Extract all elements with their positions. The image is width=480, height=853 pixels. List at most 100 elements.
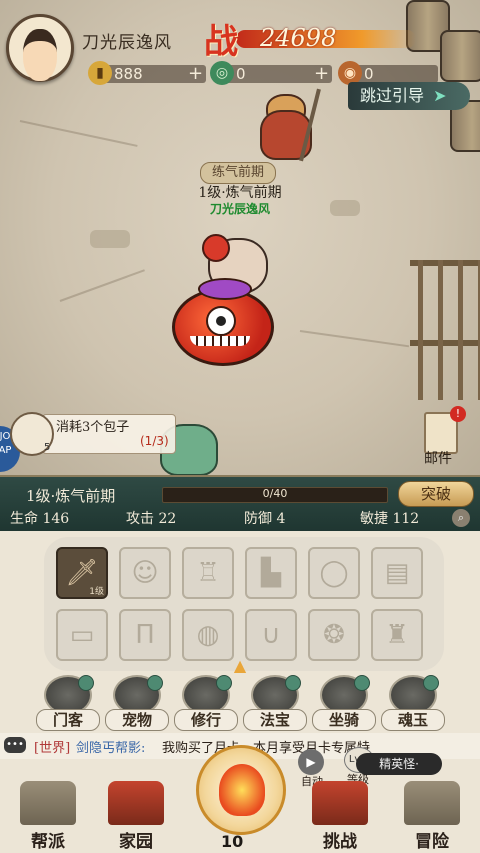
belt-icon: ▭ — [69, 620, 95, 650]
plus-icon[interactable]: + — [188, 63, 203, 84]
slot-helmet[interactable]: ☺ — [119, 547, 171, 599]
stat-hp: 生命 146 — [10, 511, 70, 527]
bracelet-icon: ◯ — [319, 558, 349, 588]
necklace-icon: ∪ — [261, 620, 281, 650]
slot-armor[interactable]: ♜ — [371, 609, 423, 661]
lock-icon — [78, 675, 94, 691]
nav-challenge[interactable]: 挑战 — [300, 775, 380, 853]
xp-bar: 0/40 — [162, 487, 388, 503]
hero-character — [172, 228, 282, 366]
home-gate-icon — [108, 781, 164, 825]
chat-bubble-icon: ••• — [4, 737, 26, 753]
nav-label: 挑战 — [323, 832, 357, 852]
mail-label: 邮件 — [424, 451, 452, 467]
chat-channel: [世界] — [34, 741, 71, 756]
slot-ring[interactable]: ◍ — [182, 609, 234, 661]
mail-button[interactable]: ! 邮件 — [420, 406, 466, 467]
lock-icon — [354, 675, 370, 691]
flame-fist-icon — [219, 764, 265, 816]
play-icon: ▶ — [298, 749, 324, 775]
pants-icon: Π — [135, 620, 155, 650]
slot-weapon[interactable]: 🗡 1级 — [56, 547, 108, 599]
tab-cultivation[interactable]: 修行 — [174, 675, 238, 733]
nav-guild[interactable]: 帮派 — [8, 775, 88, 853]
character-panel: 1级·炼气前期 0/40 突破 生命 146 攻击 22 防御 4 敏捷 112… — [0, 475, 480, 853]
robe-icon: ♖ — [196, 558, 220, 588]
jade-pendant-icon: ❂ — [323, 620, 345, 650]
cloth-icon: ▤ — [384, 558, 410, 588]
ground-crack — [19, 120, 138, 147]
tab-label: 坐骑 — [312, 709, 376, 731]
breakthrough-button[interactable]: 突破 — [398, 481, 474, 507]
lock-icon — [216, 675, 232, 691]
mail-alert-badge: ! — [450, 406, 466, 422]
slot-necklace[interactable]: ∪ — [245, 609, 297, 661]
resource-jade: ◎ 0 + — [210, 61, 334, 85]
player-name: 刀光辰逸风 — [82, 33, 172, 53]
stats-row: 生命 146 攻击 22 防御 4 敏捷 112 — [10, 508, 450, 527]
tab-treasure[interactable]: 法宝 — [243, 675, 307, 733]
nav-label: 冒险 — [415, 832, 449, 852]
quest-item-count: 5 — [44, 442, 51, 453]
tab-retainer[interactable]: 门客 — [36, 675, 100, 733]
stat-attack: 攻击 22 — [126, 511, 177, 527]
challenge-banner-icon — [312, 781, 368, 825]
lock-icon — [423, 675, 439, 691]
elite-monster-button[interactable]: 精英怪· — [356, 753, 442, 775]
xp-text: 0/40 — [262, 487, 288, 500]
tab-label: 宠物 — [105, 709, 169, 731]
slot-boots[interactable]: ▙ — [245, 547, 297, 599]
armor-icon: ♜ — [385, 620, 409, 650]
stone — [90, 230, 130, 248]
quest-tracker[interactable]: 5 消耗3个包子 (1/3) — [10, 412, 176, 456]
stat-agility: 敏捷 112 — [360, 511, 420, 527]
stone — [330, 200, 360, 216]
nav-home[interactable]: 家园 — [96, 775, 176, 853]
nav-adventure[interactable]: 冒险 — [392, 775, 472, 853]
jade-coin-icon: ◎ — [210, 61, 234, 85]
tab-mount[interactable]: 坐骑 — [312, 675, 376, 733]
ground-crack — [299, 330, 410, 348]
chat-sender: 剑隐丐帮影: — [76, 741, 146, 756]
slot-robe[interactable]: ♖ — [182, 547, 234, 599]
fight-button[interactable]: 10 — [196, 745, 286, 851]
skip-guide-label: 跳过引导 — [360, 86, 425, 105]
nav-label: 家园 — [119, 832, 153, 852]
lock-icon — [147, 675, 163, 691]
slot-level: 1级 — [89, 587, 104, 597]
ticket-icon: ▮ — [88, 61, 112, 85]
resource-tickets: ▮ 888 + — [88, 61, 206, 85]
player-avatar[interactable] — [6, 14, 74, 82]
combat-power: 战 24698 — [200, 14, 416, 62]
feature-tabs: 门客 宠物 修行 法宝 坐骑 魂玉 — [36, 675, 445, 733]
expand-arrow-icon[interactable]: ▲ — [230, 658, 250, 674]
tab-label: 法宝 — [243, 709, 307, 731]
boots-icon: ▙ — [261, 558, 281, 588]
fight-count: 10 — [221, 832, 244, 851]
ground-crack — [59, 269, 145, 302]
magnifier-icon[interactable]: ⌕ — [452, 509, 470, 527]
slot-bracelet[interactable]: ◯ — [308, 547, 360, 599]
skip-guide-button[interactable]: 跳过引导 ➤ — [348, 82, 470, 110]
sword-icon: 🗡 — [65, 558, 99, 588]
tab-label: 门客 — [36, 709, 100, 731]
nav-label: 帮派 — [31, 832, 65, 852]
slot-cloth[interactable]: ▤ — [371, 547, 423, 599]
slot-belt[interactable]: ▭ — [56, 609, 108, 661]
equipment-grid: 🗡 1级 ☺ ♖ ▙ ◯ ▤ ▭ Π ◍ ∪ ❂ ♜ — [44, 537, 444, 671]
enemy-warrior[interactable] — [250, 88, 321, 164]
character-name: 刀光辰逸风 — [209, 202, 270, 216]
slot-pendant[interactable]: ❂ — [308, 609, 360, 661]
tab-label: 魂玉 — [381, 709, 445, 731]
tab-pet[interactable]: 宠物 — [105, 675, 169, 733]
character-level: 1级·炼气前期 — [198, 185, 282, 201]
stat-defense: 防御 4 — [244, 511, 286, 527]
ring-icon: ◍ — [196, 620, 220, 650]
plus-icon[interactable]: + — [314, 63, 329, 84]
power-value: 24698 — [260, 24, 337, 52]
slot-pants[interactable]: Π — [119, 609, 171, 661]
battle-icon: 战 — [204, 22, 238, 62]
tab-soul-jade[interactable]: 魂玉 — [381, 675, 445, 733]
realm-badge: 练气前期 — [200, 162, 276, 184]
level-title: 1级·炼气前期 — [26, 487, 116, 505]
